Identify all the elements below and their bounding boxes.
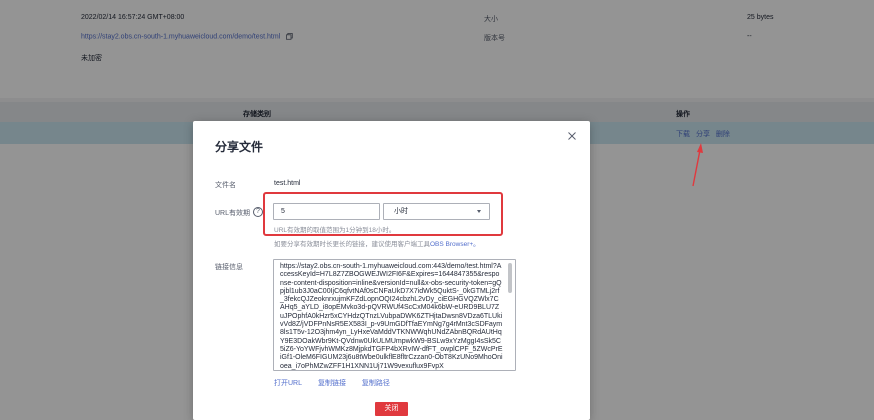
link-info-text: https://stay2.obs.cn-south-1.myhuaweiclo…: [280, 263, 503, 370]
link-info-label: 链接信息: [215, 264, 243, 271]
validity-number-input[interactable]: 5: [273, 203, 380, 220]
file-name-label: 文件名: [215, 182, 236, 189]
client-tool-hint-text: 如要分享有效期时长更长的链接，建议使用客户端工具: [274, 241, 430, 248]
scrollbar[interactable]: [508, 263, 512, 293]
share-file-dialog: 分享文件 文件名 test.html URL有效期 ? 5 小时 URL有效期的…: [193, 121, 590, 420]
dialog-title: 分享文件: [215, 140, 264, 154]
close-icon[interactable]: [566, 130, 578, 142]
open-url-link[interactable]: 打开URL: [274, 380, 302, 387]
chevron-down-icon: [477, 210, 481, 213]
help-icon[interactable]: ?: [253, 207, 263, 217]
copy-path-link[interactable]: 复制路径: [362, 380, 390, 387]
copy-link-link[interactable]: 复制链接: [318, 380, 346, 387]
link-info-textarea[interactable]: https://stay2.obs.cn-south-1.myhuaweiclo…: [273, 259, 516, 371]
close-button[interactable]: 关闭: [375, 402, 408, 416]
file-name-value: test.html: [274, 180, 301, 187]
client-tool-hint: 如要分享有效期时长更长的链接，建议使用客户端工具OBS Browser+。: [274, 238, 480, 248]
validity-unit-select[interactable]: 小时: [383, 203, 490, 220]
obs-browser-link[interactable]: OBS Browser+。: [430, 241, 480, 248]
url-validity-label: URL有效期: [215, 210, 251, 217]
validity-range-hint: URL有效期的取值范围为1分钟到18小时。: [274, 227, 396, 234]
link-actions: 打开URL 复制链接 复制路径: [274, 378, 404, 388]
validity-unit-value: 小时: [394, 208, 408, 215]
